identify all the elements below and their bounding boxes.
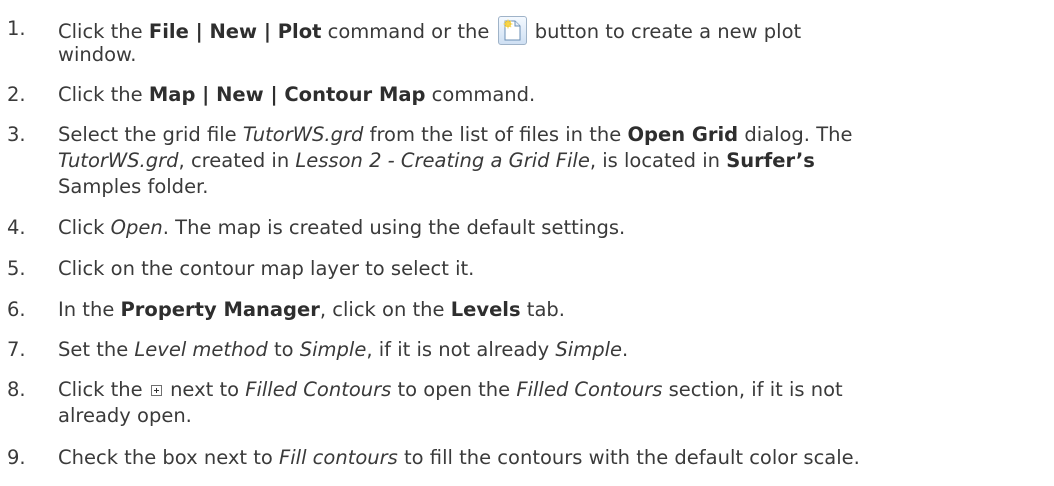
dialog-name: Open Grid — [627, 123, 739, 146]
lesson-name: Lesson 2 - Creating a Grid File — [295, 149, 590, 172]
step-text-line: TutorWS.grd, created in Lesson 2 - Creat… — [58, 149, 815, 172]
step-number: 1. — [7, 17, 26, 40]
property-name: Level method — [134, 338, 268, 361]
step-number: 6. — [7, 298, 26, 321]
step-number: 5. — [7, 257, 26, 280]
tab-name: Levels — [450, 298, 521, 321]
new-plot-button[interactable] — [497, 16, 527, 45]
instruction-steps: 1. Click the File | New | Plot command o… — [0, 0, 1054, 486]
step-number: 7. — [7, 338, 26, 361]
step-text-line: Samples folder. — [58, 175, 209, 198]
step-text-line: window. — [58, 43, 137, 66]
step-text-line: Select the grid file TutorWS.grd from th… — [58, 123, 853, 146]
menu-path: File | New | Plot — [148, 20, 322, 43]
step-number: 4. — [7, 216, 26, 239]
button-name: Open — [110, 216, 163, 239]
app-name: Surfer’s — [726, 149, 815, 172]
section-name: Filled Contours — [516, 378, 663, 401]
property-value: Simple — [299, 338, 367, 361]
step-number: 9. — [7, 446, 26, 469]
step-text-line: Click Open. The map is created using the… — [58, 216, 626, 239]
property-value: Simple — [555, 338, 622, 361]
step-text-line: Click on the contour map layer to select… — [58, 257, 475, 280]
step-number: 8. — [7, 378, 26, 401]
option-name: Fill contours — [279, 446, 398, 469]
step-text-line: Set the Level method to Simple, if it is… — [58, 338, 629, 361]
file-name: TutorWS.grd — [58, 149, 179, 172]
section-name: Filled Contours — [245, 378, 392, 401]
plus-box-icon[interactable] — [150, 385, 162, 396]
panel-name: Property Manager — [120, 298, 320, 321]
step-text-line: In the Property Manager, click on the Le… — [58, 298, 565, 321]
new-document-icon — [503, 19, 521, 41]
step-number: 3. — [7, 123, 26, 146]
step-text-line: already open. — [58, 404, 192, 427]
step-number: 2. — [7, 83, 26, 106]
menu-path: Map | New | Contour Map — [148, 83, 426, 106]
step-text-line: Click the File | New | Plot command or t… — [58, 16, 801, 45]
step-text-line: Check the box next to Fill contours to f… — [58, 446, 860, 469]
step-text-line: Click the Map | New | Contour Map comman… — [58, 83, 536, 106]
step-text-line: Click the next to Filled Contours to ope… — [58, 378, 843, 401]
file-name: TutorWS.grd — [242, 123, 364, 146]
